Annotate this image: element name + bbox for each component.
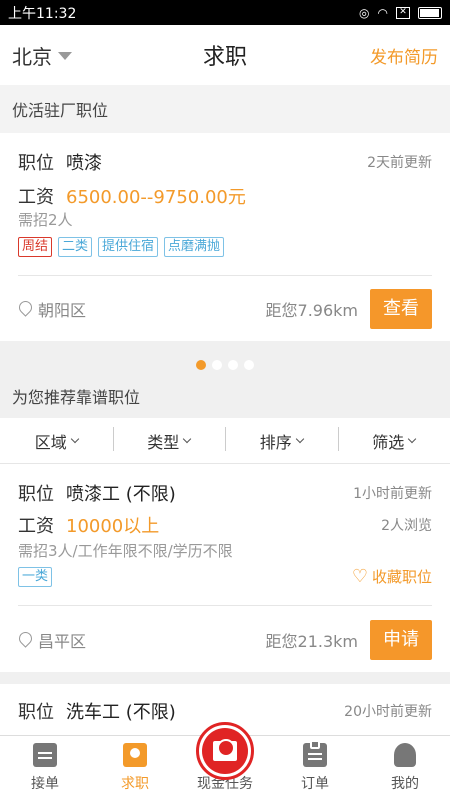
wifi-icon: ◠: [377, 5, 388, 20]
distance-label: 距您7.96km: [265, 301, 358, 320]
tab-label: 接单: [31, 776, 59, 792]
carousel-dot[interactable]: [244, 360, 254, 370]
job-position-row: 职位 喷漆工 (不限) 1小时前更新: [18, 480, 432, 506]
position-name: 喷漆: [66, 153, 102, 174]
filter-dropdown[interactable]: 排序: [225, 426, 338, 453]
featured-section-title: 优活驻厂职位: [0, 85, 450, 133]
chevron-down-icon: [295, 434, 304, 443]
carousel-dot[interactable]: [196, 360, 206, 370]
distance-label: 距您21.3km: [265, 632, 358, 651]
heart-icon: ♡: [351, 566, 368, 587]
location-pin-icon: [18, 301, 32, 317]
tab-receive-orders[interactable]: 接单: [0, 736, 90, 800]
tab-label: 我的: [391, 776, 419, 792]
filter-label: 排序: [259, 432, 292, 452]
tag: 一类: [18, 566, 53, 587]
tag-fav-row: 一类 ♡ 收藏职位: [18, 566, 432, 587]
battery-icon: [418, 6, 442, 19]
app-header: 北京 求职 发布简历: [0, 25, 450, 85]
red-envelope-icon: [213, 739, 237, 761]
tab-label: 订单: [301, 776, 329, 792]
apply-button[interactable]: 申请: [370, 620, 432, 660]
updated-time: 1小时前更新: [353, 486, 432, 502]
status-bar: 上午11:32 ◎ ◠ ✕: [0, 0, 450, 25]
tab-orders[interactable]: 订单: [270, 736, 360, 800]
view-count: 2人浏览: [381, 518, 432, 534]
tag: 点磨满抛: [164, 237, 225, 257]
bottom-tab-bar: 接单 求职 现金任务 订单 我的: [0, 722, 450, 800]
tab-label: 求职: [121, 776, 149, 792]
salary-row: 工资 10000以上 2人浏览: [18, 512, 432, 538]
location-row: 昌平区 距您21.3km 申请: [18, 620, 432, 660]
status-icons: ◎ ◠ ✕: [359, 6, 442, 20]
tags-row: 周结 二类 提供住宿 点磨满抛: [18, 237, 432, 257]
profile-icon: [394, 743, 416, 767]
filter-label: 筛选: [372, 432, 405, 452]
recruit-row: 需招2人: [18, 209, 432, 230]
requirements-row: 需招3人/工作年限不限/学历不限: [18, 540, 432, 561]
salary-label: 工资: [18, 516, 54, 537]
publish-resume-button[interactable]: 发布简历: [370, 43, 438, 68]
tag-list: 周结 二类 提供住宿 点磨满抛: [18, 237, 225, 257]
divider: [18, 275, 432, 276]
salary-label: 工资: [18, 187, 54, 208]
alarm-icon: ◎: [359, 5, 370, 20]
position-label: 职位: [18, 153, 54, 174]
carousel-indicator: [0, 360, 450, 370]
district: 朝阳区: [18, 297, 86, 321]
position-label: 职位: [18, 702, 54, 723]
salary-value: 10000以上: [66, 516, 160, 537]
chevron-down-icon: [408, 434, 417, 443]
requirements: 需招3人/工作年限不限/学历不限: [18, 542, 233, 560]
favorite-label: 收藏职位: [371, 568, 432, 586]
job-search-icon: [123, 743, 147, 767]
updated-time: 20小时前更新: [344, 704, 432, 720]
filter-dropdown[interactable]: 区域: [0, 429, 113, 453]
salary-value: 6500.00--9750.00元: [66, 187, 246, 208]
carousel-dot[interactable]: [228, 360, 238, 370]
tag: 周结: [18, 237, 53, 257]
filter-dropdown[interactable]: 类型: [112, 426, 226, 453]
filter-bar: 区域 类型 排序 筛选: [0, 418, 450, 464]
filter-label: 类型: [147, 432, 180, 452]
tab-profile[interactable]: 我的: [360, 736, 450, 800]
salary-row: 工资 6500.00--9750.00元: [18, 183, 432, 209]
clipboard-icon: [303, 740, 327, 767]
chevron-down-icon: [183, 434, 192, 443]
cash-task-button: [196, 722, 254, 780]
recruit-count: 需招2人: [18, 211, 73, 229]
district: 昌平区: [18, 628, 86, 652]
divider: [18, 605, 432, 606]
updated-time: 2天前更新: [367, 155, 432, 171]
job-card[interactable]: 职位 喷漆工 (不限) 1小时前更新 工资 10000以上 2人浏览 需招3人/工作…: [0, 464, 450, 672]
location-pin-icon: [18, 632, 32, 648]
chevron-down-icon: [70, 434, 79, 443]
position-name: 洗车工 (不限): [66, 702, 176, 723]
tag: 二类: [58, 237, 93, 257]
location-row: 朝阳区 距您7.96km 查看: [18, 289, 432, 329]
featured-job-card[interactable]: 职位 喷漆 2天前更新 工资 6500.00--9750.00元 需招2人 周结 二类…: [0, 133, 450, 341]
tab-job-search[interactable]: 求职: [90, 736, 180, 800]
recommended-section-title: 为您推荐靠谱职位: [12, 388, 141, 407]
status-time: 上午11:32: [8, 5, 77, 22]
order-receive-icon: [33, 743, 57, 767]
filter-dropdown[interactable]: 筛选: [337, 426, 450, 453]
district-label: 昌平区: [38, 632, 87, 651]
position-label: 职位: [18, 484, 54, 505]
position-name: 喷漆工 (不限): [66, 484, 176, 505]
job-position-row: 职位 喷漆 2天前更新: [18, 149, 432, 175]
sim-off-icon: ✕: [396, 6, 410, 19]
district-label: 朝阳区: [38, 301, 87, 320]
view-button[interactable]: 查看: [370, 289, 432, 329]
filter-label: 区域: [34, 432, 67, 452]
tab-cash-tasks[interactable]: 现金任务: [180, 722, 270, 800]
tag: 提供住宿: [98, 237, 159, 257]
carousel-dot[interactable]: [212, 360, 222, 370]
job-position-row: 职位 洗车工 (不限) 20小时前更新: [18, 698, 432, 724]
cash-task-inner: [202, 728, 248, 774]
favorite-button[interactable]: ♡ 收藏职位: [352, 566, 432, 587]
